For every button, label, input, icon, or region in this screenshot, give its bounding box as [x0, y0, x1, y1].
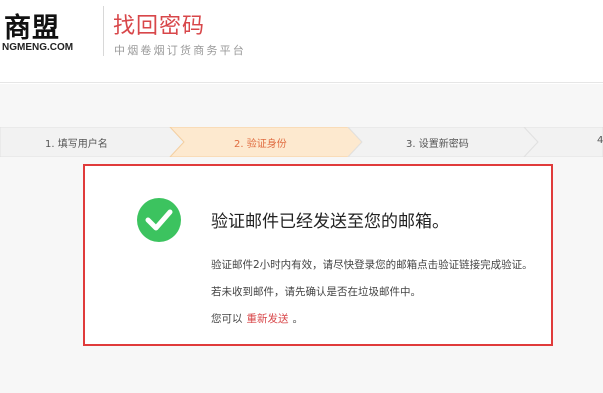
- verification-message-box: 验证邮件已经发送至您的邮箱。 验证邮件2小时内有效，请尽快登录您的邮箱点击验证链…: [83, 164, 553, 346]
- message-title: 验证邮件已经发送至您的邮箱。: [211, 212, 449, 232]
- step-4-label: 4: [597, 135, 603, 146]
- step-1-label: 1. 填写用户名: [45, 139, 108, 150]
- resend-prefix: 您可以: [211, 313, 243, 325]
- header-divider: [103, 6, 104, 56]
- site-logo[interactable]: 商盟: [4, 6, 60, 45]
- site-logo-domain: NGMENG.COM: [2, 42, 74, 53]
- step-3-label: 3. 设置新密码: [406, 139, 469, 150]
- progress-steps: 1. 填写用户名 2. 验证身份 3. 设置新密码 4: [0, 127, 603, 157]
- message-validity-text: 验证邮件2小时内有效，请尽快登录您的邮箱点击验证链接完成验证。: [211, 259, 533, 271]
- message-resend-row: 您可以 重新发送。: [211, 311, 303, 326]
- step-2-label: 2. 验证身份: [234, 139, 287, 150]
- resend-suffix: 。: [292, 313, 304, 325]
- page-subtitle: 中烟卷烟订货商务平台: [114, 44, 246, 57]
- page-header: 商盟 NGMENG.COM 找回密码 中烟卷烟订货商务平台: [0, 0, 603, 83]
- page-title: 找回密码: [113, 14, 206, 39]
- success-check-icon: [137, 198, 181, 242]
- message-spam-hint: 若未收到邮件，请先确认是否在垃圾邮件中。: [211, 286, 421, 298]
- resend-link[interactable]: 重新发送: [247, 313, 289, 325]
